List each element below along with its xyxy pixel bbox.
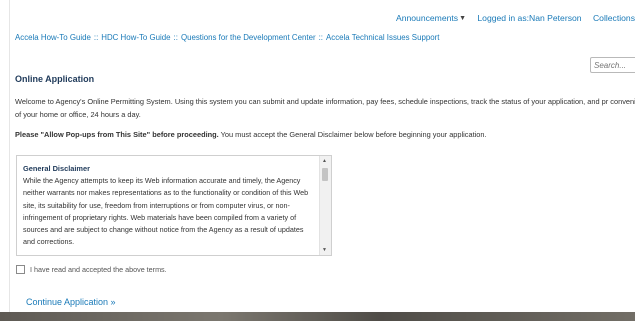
breadcrumb-item[interactable]: HDC How-To Guide [101, 33, 170, 42]
background-strip [0, 312, 635, 321]
page-title: Online Application [15, 74, 95, 84]
breadcrumb-separator: :: [318, 33, 323, 42]
breadcrumb-item[interactable]: Questions for the Development Center [181, 33, 316, 42]
breadcrumb-item[interactable]: Accela Technical Issues Support [326, 33, 439, 42]
popup-warning-bold: Please "Allow Pop-ups from This Site" be… [15, 130, 219, 139]
scrollbar-thumb[interactable] [322, 168, 328, 181]
search-input[interactable] [590, 57, 635, 73]
scroll-up-arrow-icon[interactable]: ▲ [322, 158, 327, 164]
disclaimer-box[interactable]: General Disclaimer While the Agency atte… [16, 155, 332, 256]
logged-in-user[interactable]: Logged in as:Nan Peterson [477, 13, 581, 23]
background-strip-shade [0, 312, 635, 321]
collections-link[interactable]: Collections [593, 13, 635, 23]
top-nav: Announcements▼ Logged in as:Nan Peterson… [387, 13, 635, 27]
welcome-text: Welcome to Agency's Online Permitting Sy… [15, 97, 635, 119]
accept-terms-checkbox[interactable] [16, 264, 25, 274]
breadcrumb-separator: :: [93, 33, 99, 42]
popup-warning: Please "Allow Pop-ups from This Site" be… [15, 130, 487, 139]
continue-application-link[interactable]: Continue Application » [26, 297, 116, 307]
left-divider [9, 0, 10, 321]
popup-warning-rest: You must accept the General Disclaimer b… [218, 130, 487, 139]
accept-terms[interactable]: I have read and accepted the above terms… [16, 264, 167, 275]
disclaimer-scrollbar[interactable]: ▲ ▼ [319, 156, 331, 255]
disclaimer-heading: General Disclaimer [23, 164, 90, 173]
scroll-down-arrow-icon[interactable]: ▼ [322, 247, 327, 253]
disclaimer-body: While the Agency attempts to keep its We… [23, 176, 309, 247]
breadcrumb-separator: :: [173, 33, 178, 42]
disclaimer-content: General Disclaimer While the Agency atte… [23, 163, 317, 248]
page: Announcements▼ Logged in as:Nan Peterson… [0, 0, 635, 321]
breadcrumb-item[interactable]: Accela How-To Guide [15, 33, 91, 42]
announcements-link[interactable]: Announcements▼ [396, 13, 468, 23]
caret-down-icon: ▼ [459, 15, 467, 22]
breadcrumb: Accela How-To Guide:: HDC How-To Guide:: Q… [15, 33, 439, 42]
announcements-label: Announcements [395, 13, 459, 23]
accept-terms-label: I have read and accepted the above terms… [30, 265, 167, 274]
